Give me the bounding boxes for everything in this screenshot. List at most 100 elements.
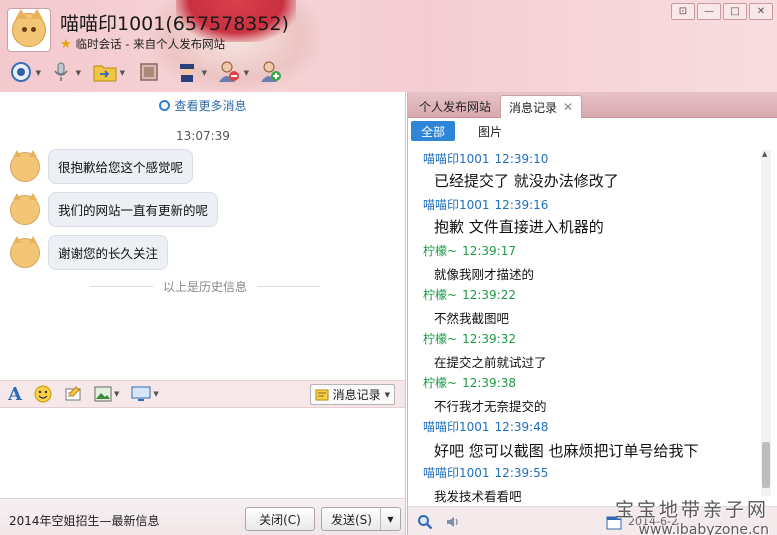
history-divider-label: 以上是历史信息 [163,280,248,294]
message-history-button[interactable]: 消息记录 ▼ [309,384,395,405]
font-icon[interactable]: A [8,384,22,405]
star-icon: ★ [60,36,72,52]
message-bubble: 我们的网站一直有更新的呢 [48,192,219,227]
add-contact-icon [261,61,281,82]
add-contact-button[interactable] [258,60,284,84]
record-header: 柠檬~ 12:39:22 [423,286,516,303]
input-toolbar: A ▼ ▼ 消息记录 ▼ [0,380,405,408]
filter-all[interactable]: 全部 [411,121,456,141]
smiley-icon [34,385,52,403]
speaker-icon [447,517,458,527]
file-transfer-icon [93,65,117,82]
remove-contact-button[interactable]: ▼ [216,60,249,84]
filter-images[interactable]: 图片 [468,121,512,141]
file-transfer-button[interactable]: ▼ [92,60,125,84]
cat-avatar-icon[interactable] [10,192,40,225]
search-button[interactable] [416,513,434,531]
record-time: 12:39:22 [462,288,516,302]
record-time: 12:39:17 [462,244,516,258]
send-image-button[interactable]: ▼ [94,384,119,404]
magic-expression-icon [65,386,81,401]
tab-personal-site[interactable]: 个人发布网站 [411,95,499,118]
tab-label: 消息记录 [509,100,558,115]
record-sender[interactable]: 喵喵印1001 [423,420,490,434]
send-options-chevron-icon[interactable]: ▼ [380,508,400,530]
screenshot-icon [131,386,151,401]
record-sender[interactable]: 喵喵印1001 [423,466,490,480]
divider-line [90,286,153,287]
chevron-down-icon[interactable]: ▼ [244,69,249,77]
record-time: 12:39:32 [462,332,516,346]
maximize-button[interactable]: □ [723,3,747,20]
record-text: 好吧 您可以截图 也麻烦把订单号给我下 [434,442,699,460]
record-sender[interactable]: 柠檬~ [423,288,457,302]
chat-message: 我们的网站一直有更新的呢 [10,192,219,227]
chat-panel: 查看更多消息 13:07:39 很抱歉给您这个感觉呢 我们的网站一直有更新的呢 … [0,92,406,535]
record-time: 12:39:48 [494,420,549,434]
tab-message-history[interactable]: 消息记录 ✕ [500,95,583,118]
emoji-button[interactable] [34,384,52,404]
chevron-down-icon[interactable]: ▼ [36,69,41,77]
window-controls: ⊡ — □ ✕ [671,3,773,20]
send-button[interactable]: 发送(S) ▼ [321,507,401,531]
message-input[interactable] [0,408,405,498]
restore-window-button[interactable]: ⊡ [671,3,695,20]
record-sender[interactable]: 喵喵印1001 [423,198,490,212]
watermark-title: 宝宝地带亲子网 [614,499,769,521]
remote-desktop-icon [140,63,158,81]
cat-avatar-icon [12,9,46,47]
cat-avatar-icon[interactable] [10,235,40,268]
remote-desktop-button[interactable] [136,60,162,84]
record-text: 抱歉 文件直接进入机器的 [434,218,604,236]
view-more-messages-link[interactable]: 查看更多消息 [0,97,406,114]
chat-message: 谢谢您的长久关注 [10,235,169,270]
app-button[interactable]: ▼ [174,60,207,84]
message-bubble: 很抱歉给您这个感觉呢 [48,149,194,184]
chevron-down-icon[interactable]: ▼ [385,391,390,399]
ad-link[interactable]: 2014年空姐招生—最新信息 [9,512,160,529]
close-tab-icon[interactable]: ✕ [563,100,573,114]
record-sender[interactable]: 柠檬~ [423,376,457,390]
side-panel-tabs: 个人发布网站 消息记录 ✕ [408,92,777,118]
search-icon [418,515,433,530]
cat-avatar-icon[interactable] [10,149,40,182]
message-timestamp: 13:07:39 [176,129,230,143]
record-sender[interactable]: 柠檬~ [423,244,457,258]
chevron-down-icon[interactable]: ▼ [76,69,81,77]
watermark: 宝宝地带亲子网 www.ibabyzone.cn [615,495,769,535]
record-text: 已经提交了 就没办法修改了 [434,172,619,190]
minimize-button[interactable]: — [697,3,721,20]
close-button[interactable]: 关闭(C) [245,507,315,531]
session-source: 临时会话 - 来自个人发布网站 [75,37,226,51]
chevron-down-icon[interactable]: ▼ [120,69,125,77]
record-text: 在提交之前就试过了 [434,355,547,370]
message-bubble: 谢谢您的长久关注 [48,235,169,270]
record-sender[interactable]: 喵喵印1001 [423,152,490,166]
voice-call-icon [54,62,68,81]
voice-call-button[interactable]: ▼ [48,60,81,84]
record-header: 喵喵印1001 12:39:55 [423,464,548,481]
view-more-label[interactable]: 查看更多消息 [174,99,246,113]
scroll-up-icon[interactable]: ▲ [762,150,767,158]
contact-name[interactable]: 喵喵印1001(657578352) [60,9,289,36]
video-call-button[interactable]: ▼ [8,60,41,84]
magic-expression-button[interactable] [64,384,82,404]
screenshot-button[interactable]: ▼ [131,384,159,404]
contact-avatar[interactable] [7,8,51,52]
side-panel: 个人发布网站 消息记录 ✕ 全部 图片 喵喵印1001 12:39:10 已经提交了… [407,92,777,535]
chevron-down-icon[interactable]: ▼ [153,390,158,398]
chat-message: 很抱歉给您这个感觉呢 [10,149,194,184]
chevron-down-icon[interactable]: ▼ [202,69,207,77]
record-scrollbar[interactable]: ▲ [761,150,771,496]
record-header: 柠檬~ 12:39:38 [423,374,516,391]
scrollbar-thumb[interactable] [762,442,770,488]
record-header: 喵喵印1001 12:39:10 [423,150,548,167]
record-header: 柠檬~ 12:39:17 [423,242,516,259]
chevron-down-icon[interactable]: ▼ [114,390,119,398]
divider-line [257,286,321,287]
record-header: 喵喵印1001 12:39:16 [423,196,548,213]
sound-button[interactable] [444,513,462,531]
record-sender[interactable]: 柠檬~ [423,332,457,346]
close-window-button[interactable]: ✕ [749,3,773,20]
record-time: 12:39:16 [494,198,549,212]
